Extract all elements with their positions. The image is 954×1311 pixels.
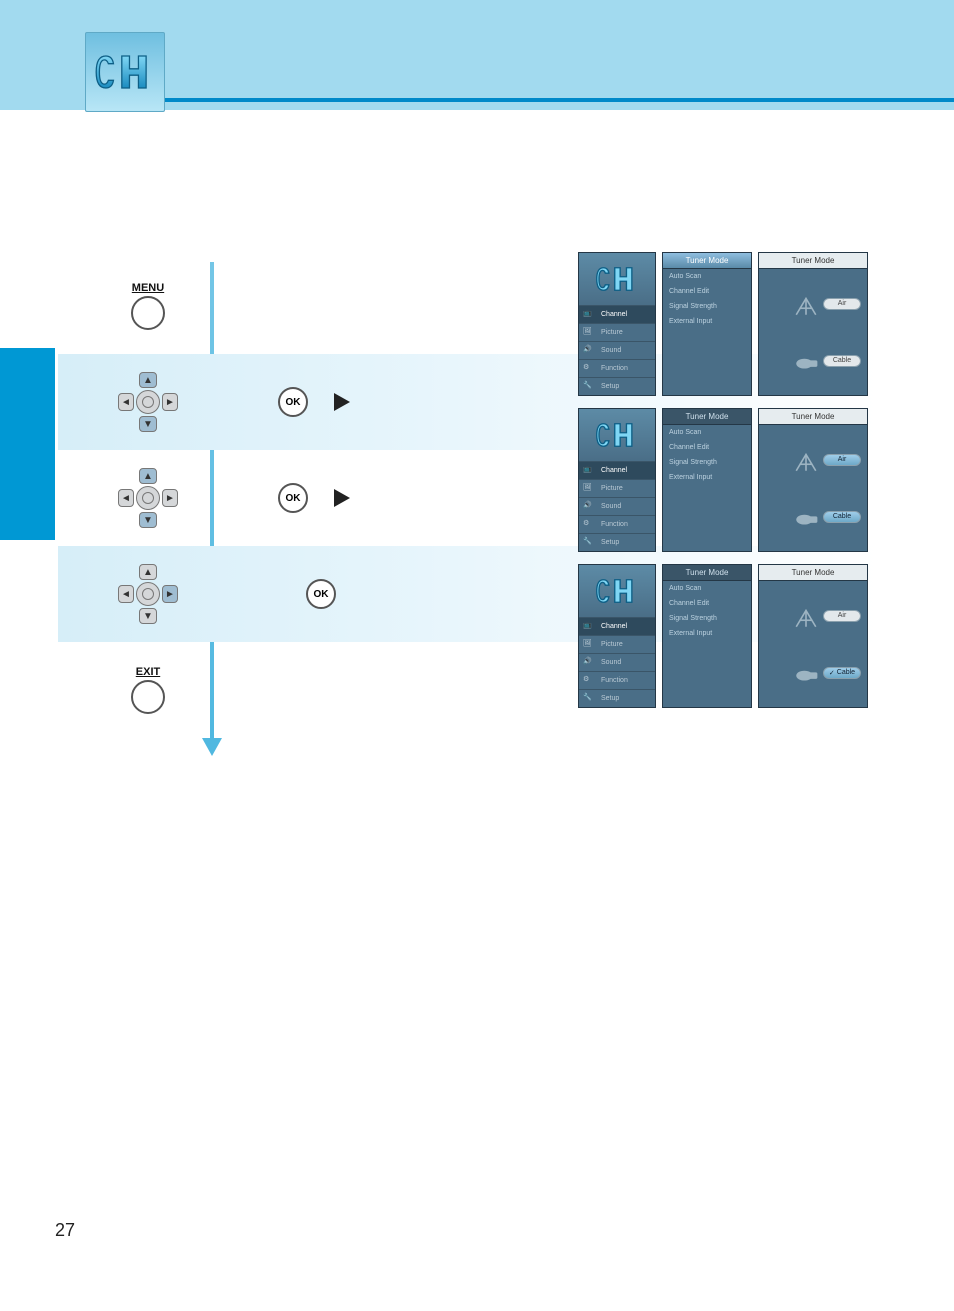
osd-detail: Tuner Mode Air Cable [758, 408, 868, 552]
osd-list-item[interactable]: Auto Scan [663, 269, 751, 284]
osd-tab-channel[interactable]: 📺Channel [579, 461, 655, 479]
option-cable[interactable]: Cable [823, 355, 861, 367]
osd-tab-sound[interactable]: 🔊Sound [579, 653, 655, 671]
antenna-icon [793, 604, 819, 628]
osd-tab-channel[interactable]: 📺Channel [579, 617, 655, 635]
option-air[interactable]: Air [823, 454, 861, 466]
ch-logo-icon [592, 417, 642, 453]
osd-list-item[interactable]: Channel Edit [663, 440, 751, 455]
chapter-tab [0, 348, 55, 540]
page-number: 27 [55, 1220, 75, 1241]
option-air[interactable]: Air [823, 298, 861, 310]
proceed-icon [334, 393, 350, 411]
cable-connector-icon [793, 661, 819, 685]
osd-list-item[interactable]: Signal Strength [663, 299, 751, 314]
osd-tab-sound[interactable]: 🔊Sound [579, 341, 655, 359]
osd-tab-picture[interactable]: 🖼Picture [579, 635, 655, 653]
osd-preview-3: 📺Channel 🖼Picture 🔊Sound ⚙Function 🔧Setu… [578, 564, 868, 708]
osd-tab-setup[interactable]: 🔧Setup [579, 689, 655, 707]
osd-nav: 📺Channel 🖼Picture 🔊Sound ⚙Function 🔧Setu… [578, 564, 656, 708]
exit-button-label: EXIT [136, 666, 160, 678]
osd-list-item[interactable]: Signal Strength [663, 611, 751, 626]
osd-detail: Tuner Mode Air Cable [758, 252, 868, 396]
osd-list-header[interactable]: Tuner Mode [663, 253, 751, 269]
osd-list-item[interactable]: External Input [663, 470, 751, 485]
option-cable[interactable]: Cable [823, 667, 861, 679]
osd-list: Tuner Mode Auto Scan Channel Edit Signal… [662, 252, 752, 396]
osd-list-header[interactable]: Tuner Mode [663, 409, 751, 425]
osd-tab-setup[interactable]: 🔧Setup [579, 533, 655, 551]
option-cable[interactable]: Cable [823, 511, 861, 523]
ch-logo-icon [592, 573, 642, 609]
ch-logo-icon [93, 45, 157, 99]
osd-tab-channel[interactable]: 📺Channel [579, 305, 655, 323]
osd-previews: 📺Channel 🖼Picture 🔊Sound ⚙Function 🔧Setu… [578, 252, 868, 708]
menu-button-label: MENU [132, 282, 164, 294]
osd-detail-header: Tuner Mode [759, 253, 867, 269]
osd-list-item[interactable]: Signal Strength [663, 455, 751, 470]
osd-list-item[interactable]: Auto Scan [663, 581, 751, 596]
osd-list-item[interactable]: Auto Scan [663, 425, 751, 440]
osd-list-item[interactable]: External Input [663, 314, 751, 329]
dpad-icon[interactable]: ▲▼ ◄► [118, 564, 178, 624]
antenna-icon [793, 292, 819, 316]
osd-detail: Tuner Mode Air Cable [758, 564, 868, 708]
ok-button-icon[interactable]: OK [306, 579, 336, 609]
osd-tab-picture[interactable]: 🖼Picture [579, 479, 655, 497]
osd-tab-function[interactable]: ⚙Function [579, 671, 655, 689]
osd-tab-sound[interactable]: 🔊Sound [579, 497, 655, 515]
osd-list-item[interactable]: Channel Edit [663, 284, 751, 299]
antenna-icon [793, 448, 819, 472]
osd-tab-setup[interactable]: 🔧Setup [579, 377, 655, 395]
ch-logo-icon [592, 261, 642, 297]
dpad-icon[interactable]: ▲▼ ◄► [118, 468, 178, 528]
osd-tab-picture[interactable]: 🖼Picture [579, 323, 655, 341]
osd-preview-2: 📺Channel 🖼Picture 🔊Sound ⚙Function 🔧Setu… [578, 408, 868, 552]
proceed-icon [334, 489, 350, 507]
section-logo [85, 32, 165, 112]
dpad-icon[interactable]: ▲▼ ◄► [118, 372, 178, 432]
header-rule [160, 98, 954, 102]
osd-nav: 📺Channel 🖼Picture 🔊Sound ⚙Function 🔧Setu… [578, 408, 656, 552]
osd-tab-function[interactable]: ⚙Function [579, 515, 655, 533]
ok-button-icon[interactable]: OK [278, 387, 308, 417]
osd-list: Tuner Mode Auto Scan Channel Edit Signal… [662, 564, 752, 708]
osd-list: Tuner Mode Auto Scan Channel Edit Signal… [662, 408, 752, 552]
osd-list-item[interactable]: Channel Edit [663, 596, 751, 611]
osd-nav: 📺Channel 🖼Picture 🔊Sound ⚙Function 🔧Setu… [578, 252, 656, 396]
osd-preview-1: 📺Channel 🖼Picture 🔊Sound ⚙Function 🔧Setu… [578, 252, 868, 396]
osd-list-header[interactable]: Tuner Mode [663, 565, 751, 581]
cable-connector-icon [793, 349, 819, 373]
exit-button-icon[interactable] [131, 680, 165, 714]
osd-detail-header: Tuner Mode [759, 409, 867, 425]
osd-tab-function[interactable]: ⚙Function [579, 359, 655, 377]
menu-button-icon[interactable] [131, 296, 165, 330]
option-air[interactable]: Air [823, 610, 861, 622]
osd-list-item[interactable]: External Input [663, 626, 751, 641]
cable-connector-icon [793, 505, 819, 529]
osd-detail-header: Tuner Mode [759, 565, 867, 581]
ok-button-icon[interactable]: OK [278, 483, 308, 513]
